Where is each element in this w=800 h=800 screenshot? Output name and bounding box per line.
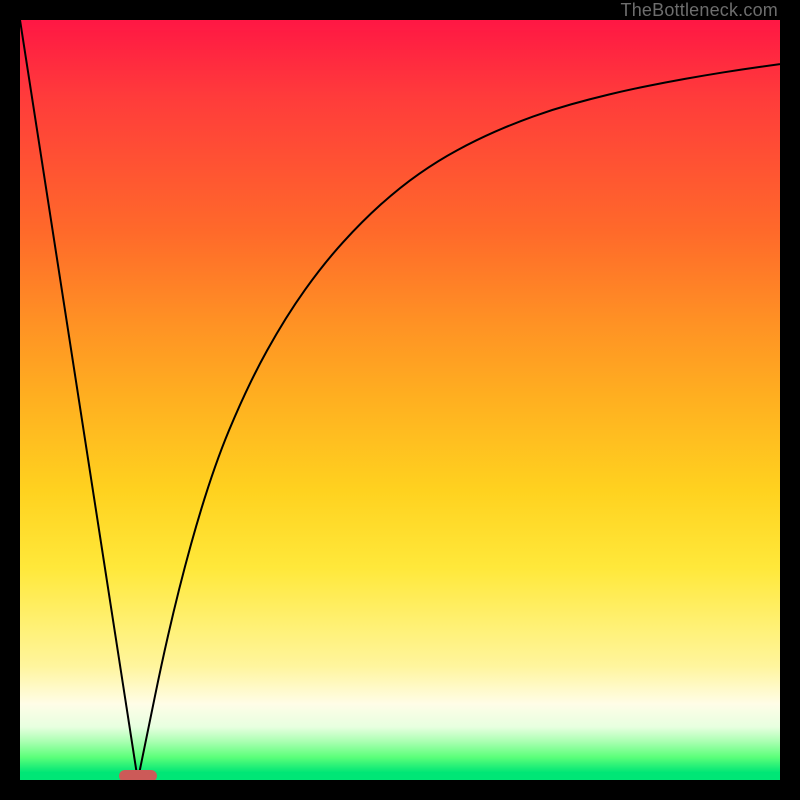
plot-area	[20, 20, 780, 780]
right-branch-line	[138, 64, 780, 780]
watermark-text: TheBottleneck.com	[621, 0, 778, 20]
curves-svg	[20, 20, 780, 780]
min-point-marker	[119, 770, 157, 780]
chart-frame: TheBottleneck.com	[0, 0, 800, 800]
left-branch-line	[20, 20, 138, 780]
